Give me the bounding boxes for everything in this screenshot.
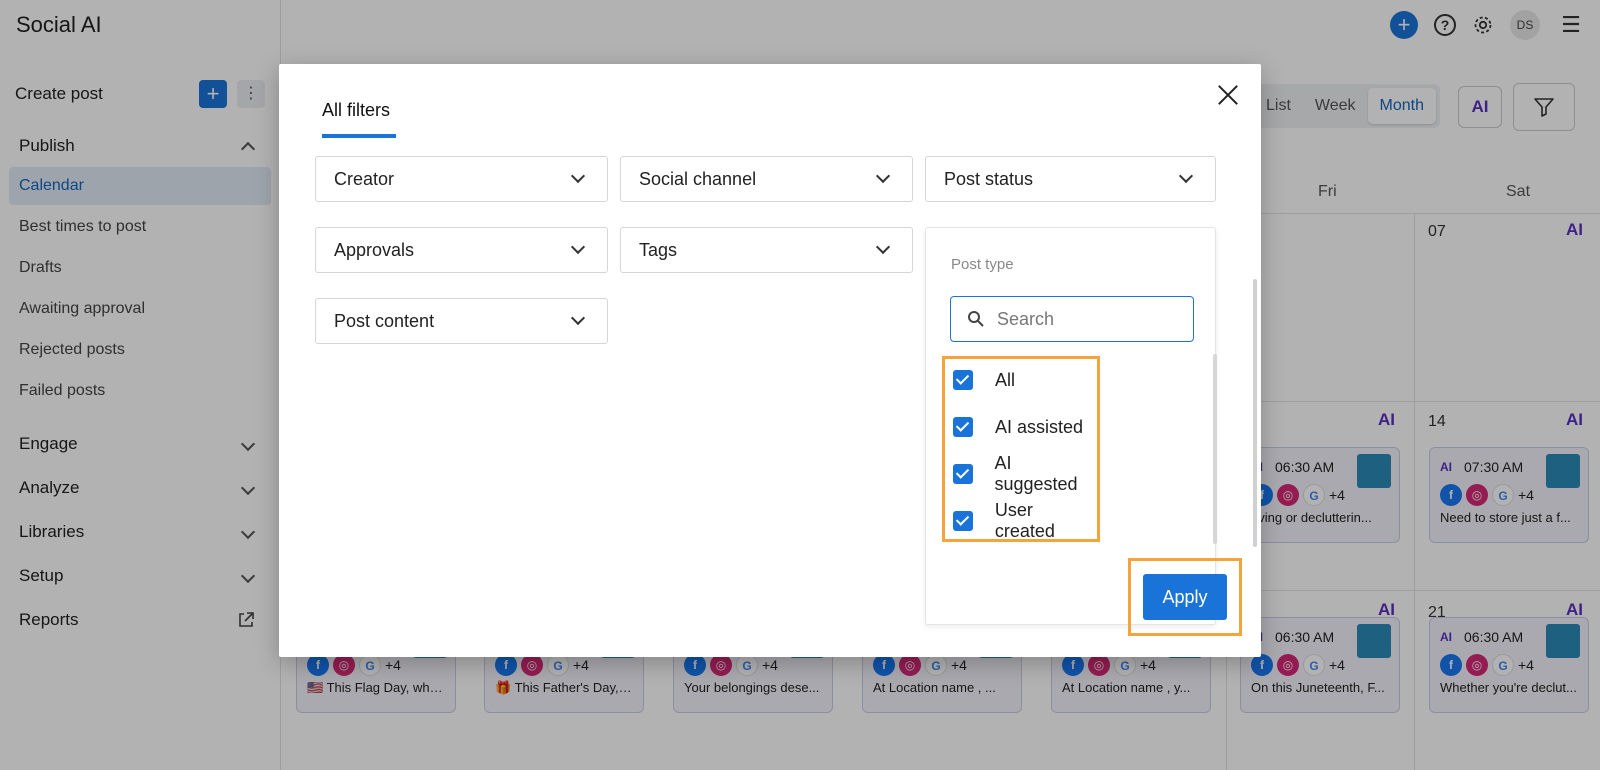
social-channel-dropdown[interactable]: Social channel bbox=[620, 156, 913, 202]
dropdown-label: Tags bbox=[639, 239, 678, 260]
checkbox-checked[interactable] bbox=[953, 417, 973, 437]
post-type-scrollbar[interactable] bbox=[1213, 354, 1217, 544]
post-type-option-all[interactable]: All bbox=[953, 365, 1015, 395]
post-type-options: All AI assisted AI suggested User create… bbox=[942, 356, 1100, 542]
chevron-down-icon bbox=[570, 168, 586, 184]
post-status-dropdown[interactable]: Post status bbox=[925, 156, 1216, 202]
close-icon[interactable] bbox=[1215, 82, 1241, 108]
post-type-label: Post type bbox=[951, 256, 1014, 273]
option-label: AI assisted bbox=[995, 416, 1084, 437]
dropdown-label: Post content bbox=[334, 310, 435, 331]
tab-all-filters[interactable]: All filters bbox=[322, 100, 390, 121]
option-label: AI suggested bbox=[994, 453, 1078, 494]
checkbox-checked[interactable] bbox=[953, 464, 973, 484]
apply-button[interactable]: Apply bbox=[1143, 574, 1227, 620]
active-tab-indicator bbox=[322, 134, 396, 138]
post-type-search-box bbox=[950, 296, 1194, 342]
post-type-option-ai-assisted[interactable]: AI assisted bbox=[953, 412, 1083, 442]
dropdown-label: Social channel bbox=[639, 168, 757, 189]
checkbox-checked[interactable] bbox=[953, 370, 973, 390]
approvals-dropdown[interactable]: Approvals bbox=[315, 227, 608, 273]
option-label: All bbox=[995, 369, 1016, 390]
chevron-down-icon bbox=[570, 310, 586, 326]
post-content-dropdown[interactable]: Post content bbox=[315, 298, 608, 344]
post-type-option-ai-suggested[interactable]: AI suggested bbox=[953, 453, 1097, 494]
tags-dropdown[interactable]: Tags bbox=[620, 227, 913, 273]
checkbox-checked[interactable] bbox=[953, 511, 973, 531]
chevron-down-icon bbox=[875, 168, 891, 184]
post-type-option-user-created[interactable]: User created bbox=[953, 500, 1097, 541]
dropdown-label: Creator bbox=[334, 168, 395, 189]
chevron-down-icon bbox=[1178, 168, 1194, 184]
chevron-down-icon bbox=[875, 239, 891, 255]
apply-highlight: Apply bbox=[1128, 558, 1242, 636]
creator-dropdown[interactable]: Creator bbox=[315, 156, 608, 202]
dropdown-label: Post status bbox=[944, 168, 1034, 189]
search-icon bbox=[968, 311, 984, 327]
post-type-search-input[interactable] bbox=[997, 308, 1167, 330]
chevron-down-icon bbox=[570, 239, 586, 255]
modal-scrollbar[interactable] bbox=[1253, 279, 1257, 547]
option-label: User created bbox=[994, 500, 1055, 541]
all-filters-modal: All filters Creator Social channel Post … bbox=[279, 64, 1261, 657]
dropdown-label: Approvals bbox=[334, 239, 415, 260]
